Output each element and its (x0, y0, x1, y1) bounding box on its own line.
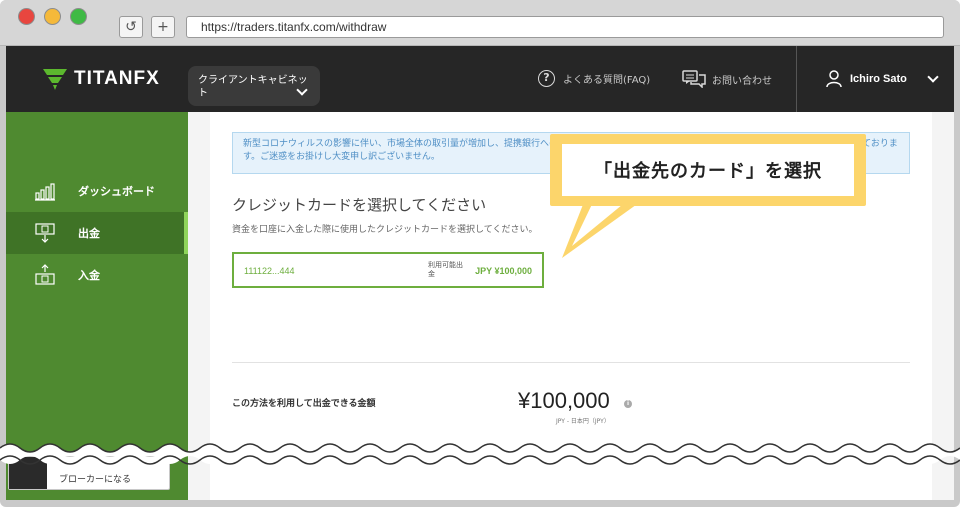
client-cabinet-label: クライアントキャビネット (198, 75, 308, 99)
instruction-callout: 「出金先のカード」を選択 (550, 134, 866, 206)
section-divider (232, 362, 910, 363)
user-menu[interactable]: Ichiro Sato (826, 70, 939, 88)
card-number: 111122...444 (244, 266, 295, 276)
withdrawable-amount-value: ¥100,000 (518, 388, 610, 413)
chevron-down-icon (927, 71, 939, 83)
credit-card-option[interactable]: 111122...444 利用可能出金 JPY ¥100,000 (232, 252, 544, 288)
callout-inner: 「出金先のカード」を選択 (562, 144, 854, 196)
bar-chart-icon (35, 183, 55, 201)
user-icon (826, 70, 842, 88)
chat-bubble-icon (682, 70, 706, 88)
header-divider (796, 46, 797, 112)
browser-window: ↺ + https://traders.titanfx.com/withdraw… (0, 0, 960, 507)
contact-label: お問い合わせ (712, 75, 772, 87)
amount-currency: JPY - 日本円（JPY） (556, 418, 610, 425)
withdrawable-amount-label: この方法を利用して出金できる金額 (232, 399, 376, 409)
sidebar-item-deposit[interactable]: 入金 (6, 254, 188, 296)
top-navigation-bar: TITANFX クライアントキャビネット ? よくある質問(FAQ) お問い合わ… (6, 46, 954, 112)
minimize-window-button[interactable] (44, 8, 61, 25)
sidebar-item-label: 入金 (78, 269, 100, 282)
page-viewport: TITANFX クライアントキャビネット ? よくある質問(FAQ) お問い合わ… (6, 46, 954, 500)
close-window-button[interactable] (18, 8, 35, 25)
broker-label: ブローカーになる (59, 475, 132, 485)
user-name: Ichiro Sato (850, 73, 907, 85)
chevron-down-icon (296, 84, 308, 96)
faq-link[interactable]: ? よくある質問(FAQ) (538, 70, 650, 87)
new-tab-button[interactable]: + (151, 16, 175, 38)
card-available-amount: JPY ¥100,000 (475, 266, 532, 276)
sidebar-item-label: 出金 (78, 227, 100, 240)
client-cabinet-dropdown[interactable]: クライアントキャビネット (188, 66, 320, 106)
deposit-icon (35, 264, 55, 285)
page-title: クレジットカードを選択してください (232, 196, 487, 214)
sidebar-item-dashboard[interactable]: ダッシュボード (6, 170, 188, 212)
sidebar-item-label: ダッシュボード (78, 185, 155, 198)
contact-link[interactable]: お問い合わせ (682, 70, 772, 88)
torn-edge-divider (0, 443, 960, 465)
reload-button[interactable]: ↺ (119, 16, 143, 38)
info-icon[interactable]: i (624, 400, 632, 408)
titanfx-logo[interactable]: TITANFX (42, 64, 160, 94)
titan-logo-icon (43, 69, 67, 90)
callout-text: 「出金先のカード」を選択 (594, 161, 822, 182)
page-subtitle: 資金を口座に入金した際に使用したクレジットカードを選択してください。 (232, 225, 538, 235)
address-bar[interactable]: https://traders.titanfx.com/withdraw (186, 16, 944, 38)
browser-chrome: ↺ + https://traders.titanfx.com/withdraw (0, 0, 960, 46)
sidebar-item-withdraw[interactable]: 出金 (6, 212, 188, 254)
maximize-window-button[interactable] (70, 8, 87, 25)
available-withdraw-label: 利用可能出金 (428, 261, 463, 278)
question-circle-icon: ? (538, 70, 555, 87)
faq-label: よくある質問(FAQ) (563, 75, 651, 86)
withdraw-icon (35, 223, 55, 243)
logo-text: TITANFX (74, 68, 160, 89)
